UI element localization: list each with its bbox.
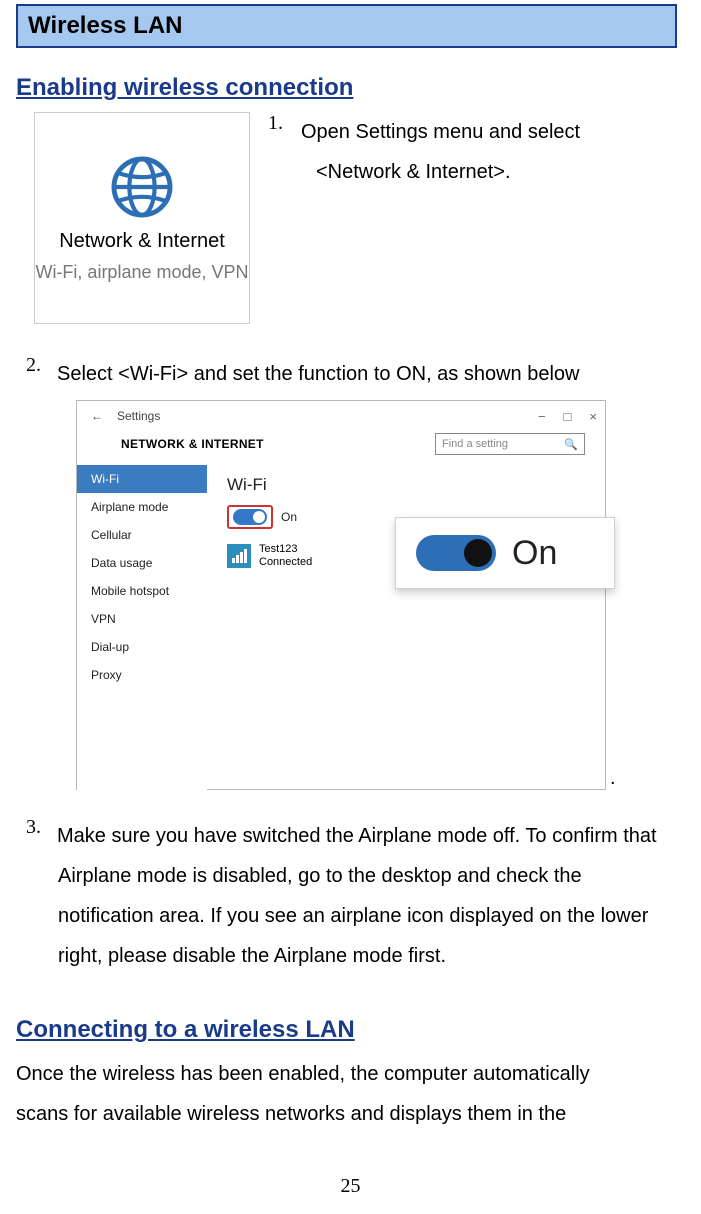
para2-l2: scans for available wireless networks an… [16, 1094, 677, 1134]
step-2-text: Select <Wi-Fi> and set the function to O… [57, 354, 579, 394]
step-1-line1: Open Settings menu and select [301, 112, 580, 152]
step-1-row: Network & Internet Wi-Fi, airplane mode,… [16, 112, 677, 324]
settings-screenshot-figure: ← Settings − □ × NETWORK & INTERNET Find… [76, 400, 606, 790]
para2-l1: Once the wireless has been enabled, the … [16, 1054, 677, 1094]
tile-subtitle: Wi-Fi, airplane mode, VPN [35, 261, 248, 284]
settings-category-title: NETWORK & INTERNET [121, 437, 264, 451]
heading-enabling-wireless: Enabling wireless connection [16, 74, 677, 102]
section-header: Wireless LAN [16, 4, 677, 48]
wifi-toggle-big-label: On [512, 534, 557, 573]
settings-header: NETWORK & INTERNET Find a setting 🔍 [77, 431, 605, 465]
step-3-l2: Airplane mode is disabled, go to the des… [58, 856, 677, 896]
settings-sidebar: Wi-Fi Airplane mode Cellular Data usage … [77, 465, 207, 793]
wifi-network-name: Test123 [259, 543, 312, 556]
sidebar-item-hotspot[interactable]: Mobile hotspot [77, 577, 207, 605]
settings-titlebar: ← Settings − □ × [77, 401, 605, 431]
settings-main-title: Wi-Fi [227, 475, 585, 495]
globe-icon [107, 152, 177, 222]
wifi-toggle-zoom-callout: On [395, 517, 615, 589]
settings-tile-network-internet: Network & Internet Wi-Fi, airplane mode,… [34, 112, 250, 324]
search-placeholder: Find a setting [442, 438, 508, 450]
wifi-toggle-label: On [281, 510, 297, 524]
sidebar-item-data-usage[interactable]: Data usage [77, 549, 207, 577]
sidebar-item-airplane[interactable]: Airplane mode [77, 493, 207, 521]
sidebar-item-cellular[interactable]: Cellular [77, 521, 207, 549]
sidebar-item-vpn[interactable]: VPN [77, 605, 207, 633]
maximize-icon[interactable]: □ [564, 409, 572, 424]
search-icon: 🔍 [564, 438, 578, 451]
page-number: 25 [0, 1175, 701, 1198]
step-1-text: 1. Open Settings menu and select <Networ… [268, 112, 580, 192]
minimize-icon[interactable]: − [538, 409, 546, 424]
wifi-toggle[interactable] [233, 509, 267, 525]
settings-main-pane: Wi-Fi On Test123 Connected On [207, 465, 605, 793]
step-1-line2: <Network & Internet>. [316, 152, 580, 192]
wifi-network-status: Connected [259, 556, 312, 569]
step-3-number: 3. [26, 816, 41, 856]
step-3-l3: notification area. If you see an airplan… [58, 896, 677, 936]
settings-search-input[interactable]: Find a setting 🔍 [435, 433, 585, 455]
step-3: 3. Make sure you have switched the Airpl… [26, 816, 677, 976]
settings-app-name: Settings [117, 409, 160, 423]
step-1-number: 1. [268, 112, 283, 152]
sidebar-item-proxy[interactable]: Proxy [77, 661, 207, 689]
sidebar-item-wifi[interactable]: Wi-Fi [77, 465, 207, 493]
step-3-l1: Make sure you have switched the Airplane… [57, 816, 657, 856]
wifi-signal-icon [227, 544, 251, 568]
step-3-l4: right, please disable the Airplane mode … [58, 936, 677, 976]
step-2: 2. Select <Wi-Fi> and set the function t… [26, 354, 677, 394]
back-icon[interactable]: ← [91, 409, 103, 423]
close-icon[interactable]: × [589, 409, 597, 424]
wifi-toggle-highlight [227, 505, 273, 529]
tile-title: Network & Internet [59, 230, 225, 253]
figure-period: . [610, 767, 616, 790]
step-2-number: 2. [26, 354, 41, 394]
wifi-toggle-big [416, 535, 496, 571]
heading-connecting-wireless: Connecting to a wireless LAN [16, 1016, 677, 1044]
sidebar-item-dialup[interactable]: Dial-up [77, 633, 207, 661]
